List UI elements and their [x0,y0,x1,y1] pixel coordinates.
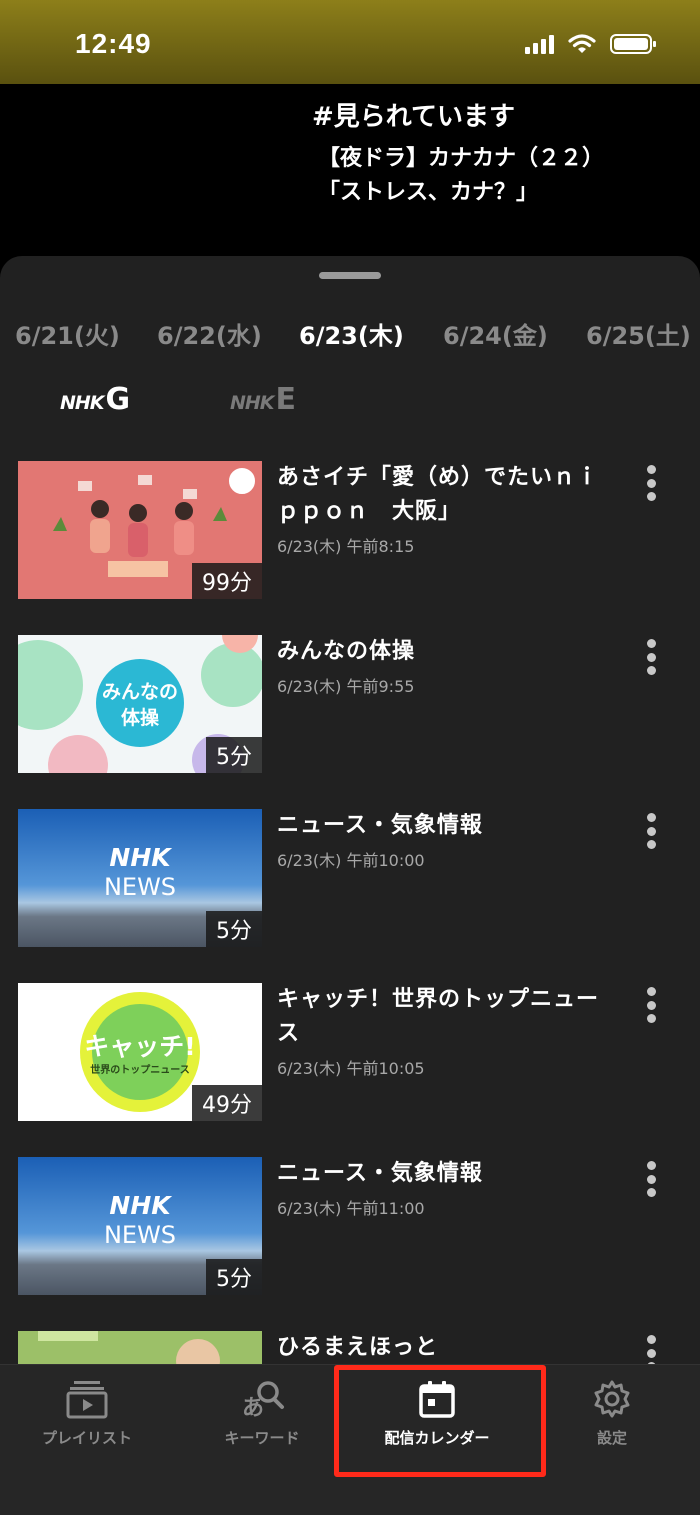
nav-settings[interactable]: 設定 [532,1379,692,1448]
highlight-annotation [334,1365,546,1477]
now-playing-title: 【夜ドラ】カナカナ（２２） [318,146,605,171]
playlist-icon [66,1381,108,1419]
program-title: ニュース・気象情報 [277,813,483,838]
more-options-icon[interactable] [645,813,657,849]
program-datetime: 6/23(木) 午前9:55 [277,677,415,696]
nav-playlist[interactable]: プレイリスト [7,1379,167,1448]
program-thumbnail: キャッチ! 世界のトップニュース 49分 [18,983,262,1121]
program-datetime: 6/23(木) 午前10:05 [277,1059,425,1078]
svg-text:あ: あ [242,1396,264,1419]
more-options-icon[interactable] [645,987,657,1023]
signal-icon [525,35,554,54]
thumbnail-subtitle: 世界のトップニュース [90,1065,190,1076]
program-item[interactable]: キャッチ! 世界のトップニュース 49分 キャッチ！世界のトップニュース 6/2… [0,983,700,1123]
nav-label: キーワード [224,1429,300,1447]
thumbnail-title: みんなの体操 [101,681,178,729]
more-options-icon[interactable] [645,465,657,501]
video-player-area[interactable]: #見られています 【夜ドラ】カナカナ（２２） 「ストレス、カナ？」 [0,84,700,264]
program-thumbnail: NHK NEWS 5分 [18,1157,262,1295]
date-tab-4[interactable]: 6/24(金) [443,316,548,351]
program-thumbnail: 99分 [18,461,262,599]
sheet-drag-handle[interactable] [319,272,381,279]
channel-letter: E [275,382,297,417]
channel-tab-nhk-g[interactable]: NHKG [60,382,130,417]
program-datetime: 6/23(木) 午前10:00 [277,851,425,870]
program-datetime: 6/23(木) 午前8:15 [277,537,415,556]
channel-tabs: NHKG NHKE [0,382,700,422]
program-title: あさイチ「愛（め）でたいｎｉｐｐｏｎ 大阪」 [277,465,600,524]
date-tab-3[interactable]: 6/23(木) [299,316,404,351]
program-title: ニュース・気象情報 [277,1161,483,1186]
program-item[interactable]: みんなの体操 5分 みんなの体操 6/23(木) 午前9:55 [0,635,700,775]
channel-letter: G [105,382,131,417]
nav-label: プレイリスト [41,1429,132,1447]
thumbnail-title: キャッチ! [84,1032,196,1061]
date-tabs: 6/21(火) 6/22(水) 6/23(木) 6/24(金) 6/25(土) [0,316,700,356]
program-title: キャッチ！世界のトップニュース [277,987,600,1046]
duration-badge: 5分 [206,911,262,947]
program-item[interactable]: NHK NEWS 5分 ニュース・気象情報 6/23(木) 午前11:00 [0,1157,700,1297]
duration-badge: 49分 [192,1085,262,1121]
keyword-search-icon: あ [242,1381,284,1421]
program-title: ひるまえほっと [277,1335,439,1360]
nav-keyword[interactable]: あ キーワード [182,1379,342,1448]
thumbnail-subtitle: NEWS [103,1221,177,1249]
duration-badge: 5分 [206,1259,262,1295]
program-datetime: 6/23(木) 午前11:00 [277,1199,425,1218]
status-time: 12:49 [75,28,152,59]
wifi-icon [568,34,596,53]
channel-mark: NHK [60,392,105,414]
duration-badge: 99分 [192,563,262,599]
program-thumbnail: みんなの体操 5分 [18,635,262,773]
battery-icon [610,34,656,54]
now-playing-heading: #見られています [312,102,516,132]
status-icons [525,34,656,54]
program-item[interactable]: 99分 あさイチ「愛（め）でたいｎｉｐｐｏｎ 大阪」 6/23(木) 午前8:1… [0,461,700,601]
nav-label: 設定 [596,1429,627,1447]
channel-mark: NHK [230,392,275,414]
more-options-icon[interactable] [645,1161,657,1197]
thumbnail-logo: NHK [109,1191,171,1220]
now-playing-subtitle: 「ストレス、カナ？」 [318,180,539,205]
bottom-nav: プレイリスト あ キーワード 配信カレンダー 設定 [0,1364,700,1515]
date-tab-5[interactable]: 6/25(土) [586,316,691,351]
date-tab-1[interactable]: 6/21(火) [15,316,120,351]
program-item[interactable]: NHK NEWS 5分 ニュース・気象情報 6/23(木) 午前10:00 [0,809,700,949]
program-title: みんなの体操 [277,639,416,664]
more-options-icon[interactable] [645,639,657,675]
program-thumbnail: NHK NEWS 5分 [18,809,262,947]
duration-badge: 5分 [206,737,262,773]
thumbnail-logo: NHK [109,843,171,872]
status-bar: 12:49 [0,0,700,84]
schedule-sheet: 6/21(火) 6/22(水) 6/23(木) 6/24(金) 6/25(土) … [0,256,700,1514]
channel-tab-nhk-e[interactable]: NHKE [230,382,296,417]
date-tab-2[interactable]: 6/22(水) [157,316,262,351]
gear-icon [594,1380,630,1418]
thumbnail-subtitle: NEWS [103,873,177,901]
